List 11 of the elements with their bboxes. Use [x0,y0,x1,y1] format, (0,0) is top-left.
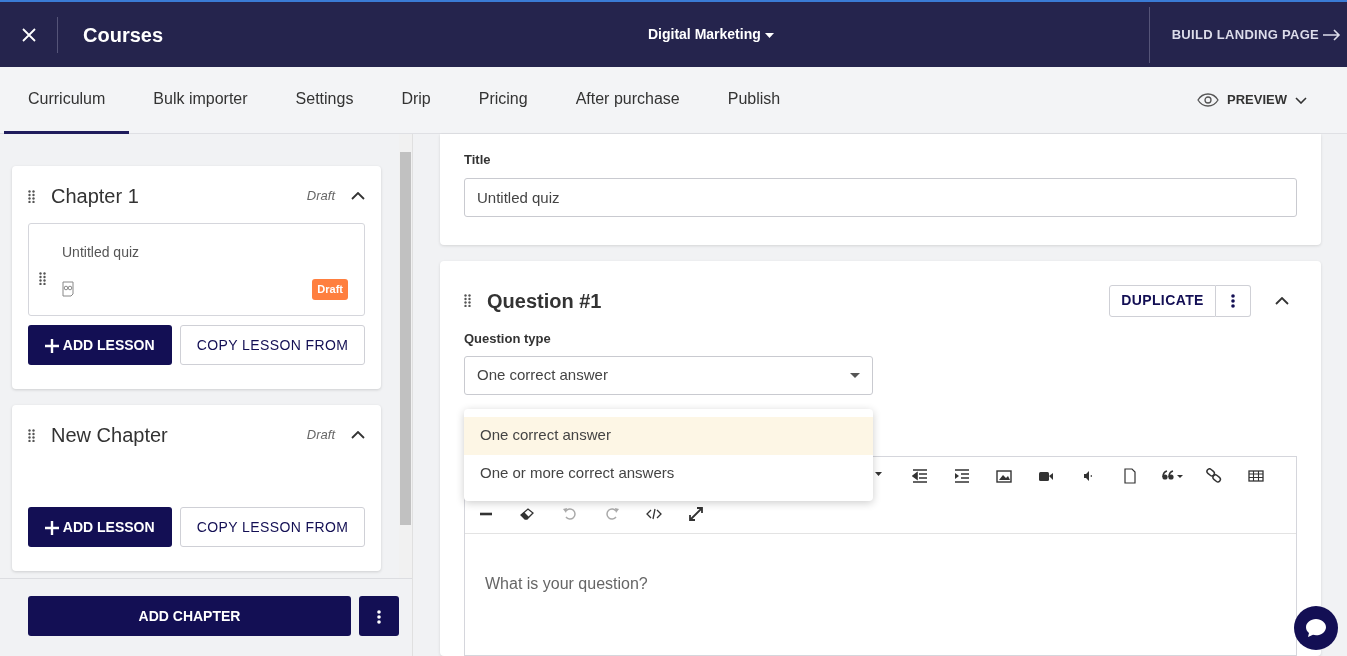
status-badge: Draft [312,279,348,300]
status-label: Draft [306,426,335,445]
status-label: Draft [306,187,335,206]
lesson-title: Untitled quiz [62,243,141,262]
editor-placeholder: What is your question? [465,533,1296,634]
question-heading: Question #1 [487,288,602,314]
page-title: Courses [83,22,164,48]
chapter-title: New Chapter [51,423,168,448]
field-label: Title [464,151,492,169]
chapter-title: Chapter 1 [51,184,139,209]
field-label: Question type [464,329,552,348]
